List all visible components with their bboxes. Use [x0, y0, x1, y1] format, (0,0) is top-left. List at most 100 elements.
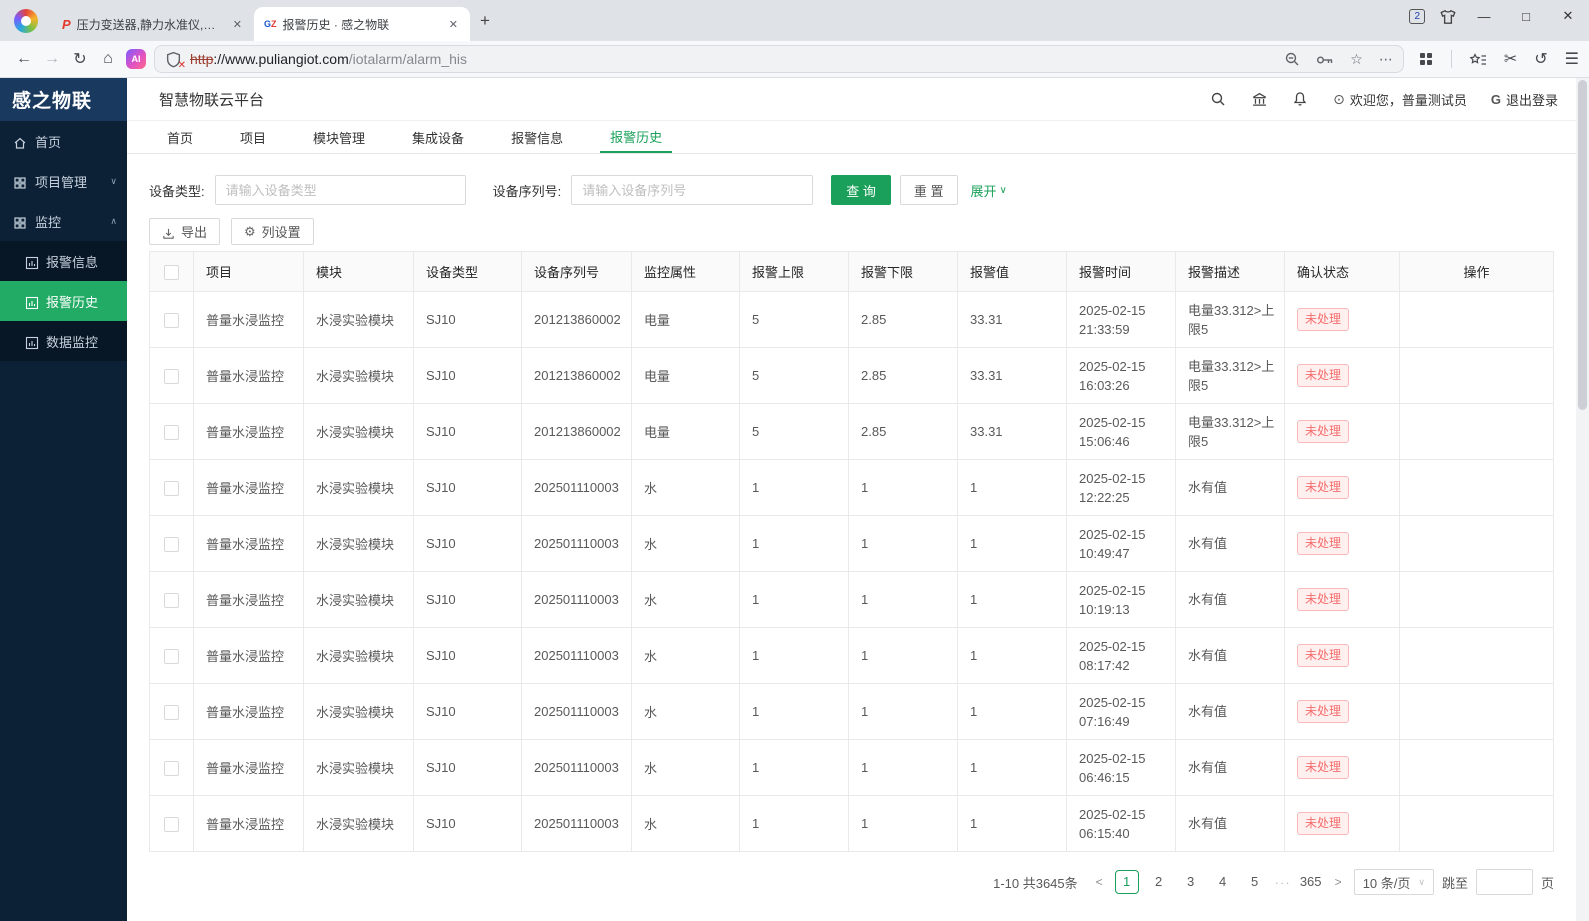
- page-size-select[interactable]: 10 条/页 ∨: [1354, 869, 1434, 895]
- row-checkbox[interactable]: [164, 369, 179, 384]
- cell-alarm-time: 2025-02-1516:03:26: [1067, 348, 1176, 404]
- page-3[interactable]: 3: [1179, 870, 1203, 894]
- back-icon[interactable]: ←: [10, 50, 38, 68]
- cell-project: 普量水浸监控: [194, 740, 304, 796]
- logout-button[interactable]: G 退出登录: [1491, 90, 1558, 109]
- page-5[interactable]: 5: [1243, 870, 1267, 894]
- favorites-list-icon[interactable]: [1469, 51, 1487, 67]
- insecure-shield-icon[interactable]: ✕: [165, 51, 182, 68]
- forward-icon[interactable]: →: [38, 50, 66, 68]
- password-key-icon[interactable]: [1316, 52, 1334, 67]
- status-badge: 未处理: [1297, 700, 1349, 722]
- browser-tab-2[interactable]: GZ 报警历史 · 感之物联 ✕: [254, 7, 470, 41]
- jump-page-input[interactable]: [1476, 869, 1533, 895]
- row-checkbox[interactable]: [164, 313, 179, 328]
- page-scrollbar[interactable]: [1576, 78, 1589, 921]
- apps-grid-icon[interactable]: [1418, 51, 1434, 68]
- status-badge: 未处理: [1297, 308, 1349, 330]
- cell-project: 普量水浸监控: [194, 572, 304, 628]
- search-icon[interactable]: [1210, 91, 1227, 108]
- cell-module: 水浸实验模块: [304, 796, 414, 852]
- browser-home-icon[interactable]: ⌂: [94, 50, 122, 68]
- tab2-close-icon[interactable]: ✕: [445, 16, 462, 33]
- reload-icon[interactable]: ↻: [66, 49, 94, 69]
- prev-page-icon[interactable]: <: [1092, 875, 1107, 889]
- new-tab-button[interactable]: +: [480, 11, 490, 31]
- sidebar-item-data-monitoring[interactable]: 数据监控: [0, 321, 127, 361]
- next-page-icon[interactable]: >: [1331, 875, 1346, 889]
- row-checkbox[interactable]: [164, 817, 179, 832]
- device-type-input[interactable]: [215, 175, 466, 205]
- page-4[interactable]: 4: [1211, 870, 1235, 894]
- zoom-out-icon[interactable]: [1284, 51, 1300, 68]
- status-badge: 未处理: [1297, 812, 1349, 834]
- bookmark-star-icon[interactable]: ☆: [1350, 51, 1363, 68]
- column-settings-button[interactable]: ⚙ 列设置: [231, 218, 314, 245]
- tab-home[interactable]: 首页: [157, 121, 203, 153]
- grid-icon: [13, 214, 27, 228]
- more-options-icon[interactable]: ⋯: [1379, 51, 1393, 68]
- cell-description: 电量33.312>上限5: [1176, 348, 1285, 404]
- export-button[interactable]: 导出: [149, 218, 220, 245]
- tab-alarm-history[interactable]: 报警历史: [600, 121, 672, 153]
- select-all-checkbox[interactable]: [164, 265, 179, 280]
- welcome-user[interactable]: ⊙ 欢迎您，普量测试员: [1333, 90, 1467, 109]
- sidebar-item-alarm-history[interactable]: 报警历史: [0, 281, 127, 321]
- bank-icon[interactable]: [1251, 91, 1268, 108]
- cell-description: 水有值: [1176, 516, 1285, 572]
- tab-alarm-info[interactable]: 报警信息: [501, 121, 573, 153]
- row-checkbox[interactable]: [164, 593, 179, 608]
- minimize-button[interactable]: —: [1463, 9, 1505, 24]
- row-checkbox[interactable]: [164, 537, 179, 552]
- reset-button[interactable]: 重 置: [900, 175, 958, 205]
- tab1-close-icon[interactable]: ✕: [229, 16, 246, 33]
- cell-serial: 202501110003: [522, 684, 632, 740]
- chevron-up-icon: ∧: [110, 216, 117, 227]
- screenshot-scissors-icon[interactable]: ✂: [1504, 49, 1517, 69]
- sidebar-item-home[interactable]: 首页: [0, 121, 127, 161]
- row-checkbox[interactable]: [164, 649, 179, 664]
- maximize-button[interactable]: □: [1505, 9, 1547, 24]
- page-1[interactable]: 1: [1115, 870, 1139, 894]
- tab-integrated-devices[interactable]: 集成设备: [402, 121, 474, 153]
- sidebar: 感之物联 首页 项目管理 ∨ 监控 ∧: [0, 78, 127, 921]
- sidebar-item-monitoring[interactable]: 监控 ∧: [0, 201, 127, 241]
- status-badge: 未处理: [1297, 476, 1349, 498]
- cell-lower-limit: 1: [849, 572, 958, 628]
- menu-hamburger-icon[interactable]: ☰: [1565, 49, 1579, 69]
- table-row: 普量水浸监控 水浸实验模块 SJ10 201213860002 电量 5 2.8…: [150, 348, 1554, 404]
- page-365[interactable]: 365: [1299, 870, 1323, 894]
- browser-tab-1[interactable]: P 压力变送器,静力水准仪,液位仪 ✕: [52, 7, 254, 41]
- search-button[interactable]: 查 询: [831, 175, 891, 205]
- address-bar[interactable]: ✕ http://www.puliangiot.com/iotalarm/ala…: [154, 45, 1404, 73]
- sidebar-item-project-management[interactable]: 项目管理 ∨: [0, 161, 127, 201]
- theme-skin-icon[interactable]: [1439, 8, 1457, 24]
- row-checkbox[interactable]: [164, 705, 179, 720]
- cell-operation: [1400, 628, 1554, 684]
- row-checkbox[interactable]: [164, 425, 179, 440]
- cell-alarm-value: 1: [958, 796, 1067, 852]
- scrollbar-thumb[interactable]: [1578, 80, 1587, 410]
- cell-alarm-value: 1: [958, 516, 1067, 572]
- bell-icon[interactable]: [1292, 91, 1309, 108]
- cell-serial: 201213860002: [522, 404, 632, 460]
- history-undo-icon[interactable]: ↺: [1534, 49, 1547, 69]
- ai-assistant-icon[interactable]: AI: [126, 49, 146, 69]
- row-checkbox[interactable]: [164, 761, 179, 776]
- row-checkbox[interactable]: [164, 481, 179, 496]
- cell-alarm-value: 33.31: [958, 292, 1067, 348]
- page-2[interactable]: 2: [1147, 870, 1171, 894]
- tab-module-management[interactable]: 模块管理: [303, 121, 375, 153]
- cell-project: 普量水浸监控: [194, 292, 304, 348]
- expand-link[interactable]: 展开 ∨: [971, 181, 1007, 200]
- browser-logo-icon[interactable]: [14, 9, 38, 33]
- tab-count-badge[interactable]: 2: [1409, 9, 1425, 24]
- serial-input[interactable]: [571, 175, 813, 205]
- cell-upper-limit: 1: [740, 796, 849, 852]
- tab-project[interactable]: 项目: [230, 121, 276, 153]
- cell-attribute: 水: [632, 572, 740, 628]
- pagination-ellipsis[interactable]: ···: [1275, 875, 1291, 890]
- sidebar-item-alarm-info[interactable]: 报警信息: [0, 241, 127, 281]
- cell-description: 水有值: [1176, 796, 1285, 852]
- close-button[interactable]: ✕: [1547, 8, 1589, 24]
